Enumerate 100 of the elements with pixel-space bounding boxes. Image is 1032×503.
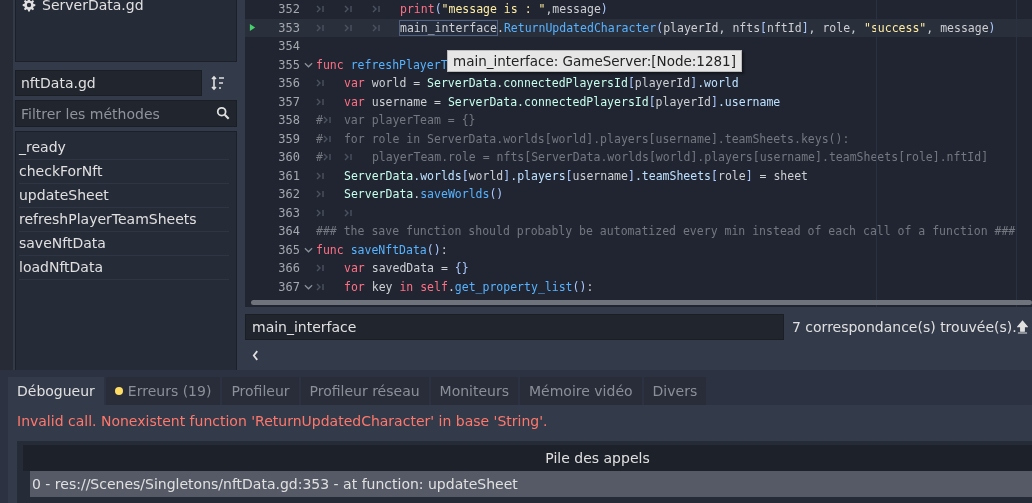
line-number: 359 xyxy=(277,131,300,146)
tab-marker-icon xyxy=(316,171,326,180)
tab-marker-icon xyxy=(316,97,326,106)
bracket: ) xyxy=(988,20,996,35)
code-text: role xyxy=(718,168,746,183)
keyword: var xyxy=(344,76,366,91)
bracket: {} xyxy=(454,261,469,276)
code-text: nftId xyxy=(767,20,802,35)
panel-tab[interactable]: Divers xyxy=(643,377,707,405)
tab-marker-icon xyxy=(344,5,354,14)
code-text: = sheet xyxy=(758,168,808,183)
bracket: ] xyxy=(801,20,809,35)
panel-tab[interactable]: Erreurs (19) xyxy=(105,377,221,405)
code-comment: # xyxy=(316,113,323,128)
horizontal-scrollbar[interactable] xyxy=(251,300,1032,305)
line-number: 367 xyxy=(277,279,300,294)
code-text: : xyxy=(440,242,448,257)
code-text: savedData = xyxy=(371,261,449,276)
method-item[interactable]: saveNftData xyxy=(19,232,229,256)
gear-icon xyxy=(22,0,36,12)
line-number: 356 xyxy=(277,76,300,91)
code-text: world = xyxy=(371,76,422,91)
tab-marker-icon xyxy=(322,153,333,162)
tab-marker-icon xyxy=(316,23,326,32)
script-name-field[interactable]: nftData.gd xyxy=(15,70,202,96)
file-item[interactable]: ServerData.gd xyxy=(22,0,230,14)
bracket: () xyxy=(489,187,504,202)
line-number: 357 xyxy=(277,94,300,109)
code-text: ,message xyxy=(545,2,601,17)
code-text: , message xyxy=(926,20,989,35)
method-filter-field[interactable]: Filtrer les méthodes xyxy=(15,100,237,127)
bracket: ] xyxy=(627,168,635,183)
tooltip: main_interface: GameServer:[Node:1281] xyxy=(447,50,742,72)
code-text: username = xyxy=(371,94,442,109)
up-arrow-icon[interactable] xyxy=(1017,319,1028,335)
bracket: ] xyxy=(690,76,698,91)
sort-icon[interactable] xyxy=(210,75,226,91)
bracket: ( xyxy=(434,2,442,17)
panel-tab[interactable]: Moniteurs xyxy=(430,377,519,405)
tab-marker-icon xyxy=(316,208,326,217)
keyword: for xyxy=(344,279,366,294)
method-item[interactable]: checkForNft xyxy=(19,160,229,184)
tab-marker-icon xyxy=(344,208,354,217)
class-name: ServerData xyxy=(344,187,414,202)
code-text: . xyxy=(447,279,455,294)
bracket: ] xyxy=(711,94,718,109)
line-number: 365 xyxy=(277,242,300,257)
search-field[interactable]: main_interface xyxy=(245,314,784,340)
method-item[interactable]: refreshPlayerTeamSheets xyxy=(19,208,229,232)
call-stack-header: Pile des appels xyxy=(23,445,1032,471)
line-number: 354 xyxy=(277,39,300,54)
tab-marker-icon xyxy=(344,23,354,32)
code-text: world xyxy=(468,168,504,183)
tab-marker-icon xyxy=(322,116,333,125)
panel-tab[interactable]: Profileur réseau xyxy=(300,377,429,405)
bracket: [ xyxy=(565,168,573,183)
line-number: 353 xyxy=(277,20,300,35)
search-icon xyxy=(216,106,230,120)
function-name: saveNftData xyxy=(350,242,427,257)
panel-tab[interactable]: Mémoire vidéo xyxy=(520,377,642,405)
tab-marker-icon xyxy=(316,282,326,291)
line-number: 361 xyxy=(277,168,300,183)
tab-marker-icon xyxy=(343,153,354,162)
line-number: 364 xyxy=(277,224,300,239)
keyword: func xyxy=(316,57,345,72)
tab-marker-icon xyxy=(316,264,326,273)
code-text: . xyxy=(413,187,421,202)
line-number: 352 xyxy=(277,2,300,17)
code-comment: ### the save function should probably be automatized every min instead of each call of a function ### xyxy=(316,224,1016,239)
bracket: [ xyxy=(461,168,469,183)
bracket: [ xyxy=(711,168,718,183)
line-number: 362 xyxy=(277,187,300,202)
method-item[interactable]: _ready xyxy=(19,136,229,160)
bracket: ] xyxy=(745,168,753,183)
code-text: playerId xyxy=(655,94,711,109)
execution-arrow-icon xyxy=(248,24,256,32)
member-name: .username xyxy=(717,94,781,109)
bracket: ) xyxy=(600,2,608,17)
class-name: ServerData.connectedPlayersId xyxy=(427,76,628,91)
tab-marker-icon xyxy=(316,190,326,199)
panel-tab[interactable]: Profileur xyxy=(222,377,299,405)
search-match: main_interface xyxy=(400,20,497,35)
member-name: .teamSheets xyxy=(634,168,712,183)
match-count: 7 correspondance(s) trouvée(s). xyxy=(792,319,1017,335)
method-item[interactable]: updateSheet xyxy=(19,184,229,208)
method-item[interactable]: loadNftData xyxy=(19,256,229,280)
code-text: key xyxy=(371,279,394,294)
bracket: () xyxy=(426,242,441,257)
code-comment: # xyxy=(316,150,323,165)
panel-tab[interactable]: Débogueur xyxy=(8,377,104,405)
line-number: 363 xyxy=(277,205,300,220)
code-text: playerId, nfts xyxy=(663,20,761,35)
code-comment: # xyxy=(316,131,323,146)
bracket: ( xyxy=(656,20,664,35)
stack-frame[interactable]: 0 - res://Scenes/Singletons/nftData.gd:353 - at function: updateSheet xyxy=(30,471,1032,497)
keyword: var xyxy=(344,261,366,276)
bracket: [ xyxy=(627,76,635,91)
bracket: ] xyxy=(503,168,511,183)
error-message: Invalid call. Nonexistent function 'ReturnUpdatedCharacter' in base 'String'. xyxy=(17,413,549,431)
member-name: .players xyxy=(510,168,566,183)
